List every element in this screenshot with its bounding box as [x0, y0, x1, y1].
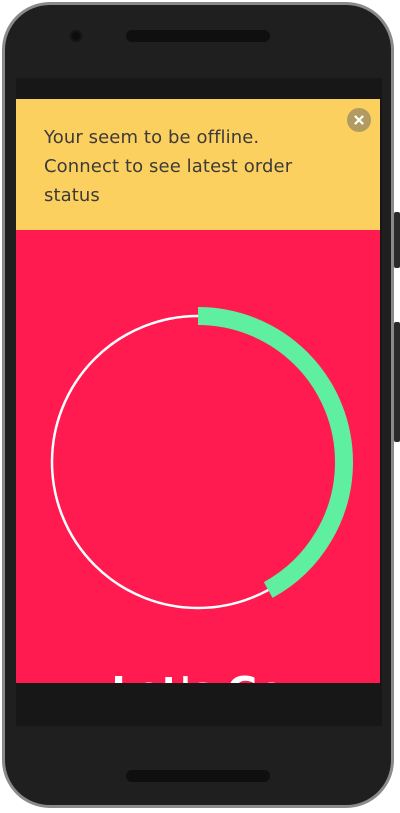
order-status-screen: Let's Go Your seem to be offline. Connec…	[16, 99, 380, 683]
status-heading: Let's Go	[16, 669, 380, 683]
front-camera	[70, 30, 82, 42]
order-progress-ring	[43, 307, 353, 617]
offline-banner: Your seem to be offline. Connect to see …	[16, 99, 380, 230]
close-icon	[354, 115, 364, 125]
bottom-speaker	[126, 770, 270, 782]
power-button	[394, 212, 400, 268]
progress-arc	[43, 307, 353, 617]
device-screen: Let's Go Your seem to be offline. Connec…	[16, 78, 382, 726]
earpiece-speaker	[126, 30, 270, 42]
dismiss-banner-button[interactable]	[347, 108, 371, 132]
offline-message: Your seem to be offline. Connect to see …	[44, 127, 293, 206]
volume-button	[394, 322, 400, 442]
